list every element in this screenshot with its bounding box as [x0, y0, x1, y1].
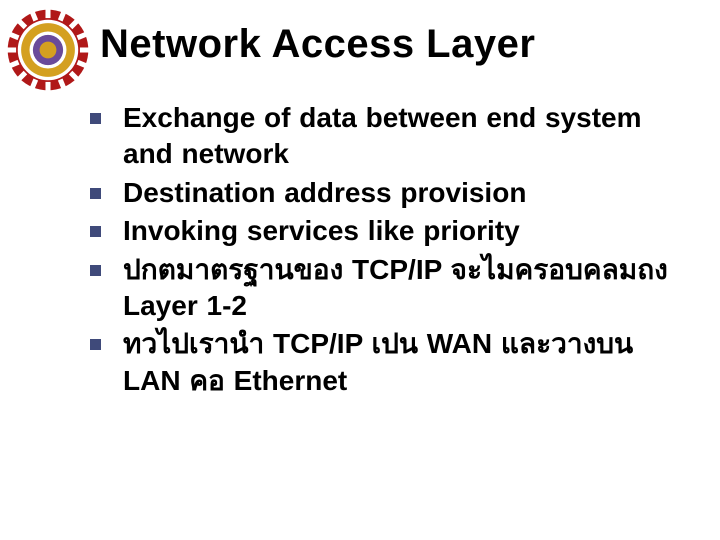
institution-logo — [6, 8, 90, 92]
slide-title: Network Access Layer — [100, 22, 535, 67]
list-item-text: Invoking services like priority — [123, 213, 520, 249]
list-item: ปกตมาตรฐานของ TCP/IP จะไมครอบคลมถง Layer… — [90, 252, 690, 325]
square-bullet-icon — [90, 339, 101, 350]
list-item: Exchange of data between end system and … — [90, 100, 690, 173]
square-bullet-icon — [90, 188, 101, 199]
list-item: Destination address provision — [90, 175, 690, 211]
square-bullet-icon — [90, 226, 101, 237]
list-item: ทวไปเรานำ TCP/IP เปน WAN และวางบน LAN คอ… — [90, 326, 690, 399]
square-bullet-icon — [90, 265, 101, 276]
square-bullet-icon — [90, 113, 101, 124]
bullet-list: Exchange of data between end system and … — [90, 100, 690, 401]
list-item-text: ทวไปเรานำ TCP/IP เปน WAN และวางบน LAN คอ… — [123, 326, 690, 399]
list-item: Invoking services like priority — [90, 213, 690, 249]
list-item-text: Destination address provision — [123, 175, 526, 211]
list-item-text: Exchange of data between end system and … — [123, 100, 690, 173]
list-item-text: ปกตมาตรฐานของ TCP/IP จะไมครอบคลมถง Layer… — [123, 252, 690, 325]
